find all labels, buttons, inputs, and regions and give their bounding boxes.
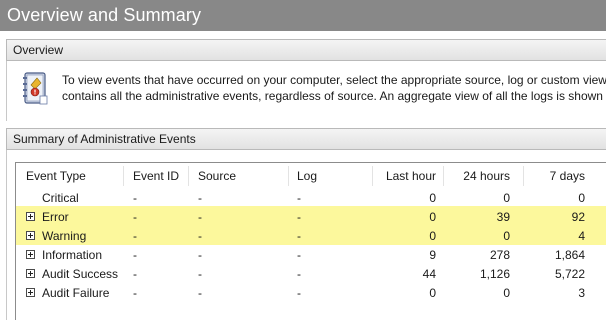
- log-cell: -: [297, 191, 301, 205]
- event-id-cell: -: [133, 191, 137, 205]
- source-cell: -: [198, 248, 202, 262]
- column-separator[interactable]: [443, 166, 444, 186]
- table-row[interactable]: Error - - - 0 39 92: [16, 208, 606, 227]
- column-header-last-hour[interactable]: Last hour: [374, 163, 436, 189]
- column-header-7-days[interactable]: 7 days: [526, 163, 585, 189]
- 24-hours-cell: 0: [503, 229, 510, 243]
- last-hour-cell: 9: [429, 248, 436, 262]
- event-id-cell: -: [133, 210, 137, 224]
- table-row[interactable]: Audit Success - - -44 1,126 5,722: [16, 265, 606, 284]
- overview-line-1: To view events that have occurred on you…: [62, 73, 606, 87]
- event-id-cell: -: [133, 248, 137, 262]
- event-id-cell: -: [133, 267, 137, 281]
- 24-hours-cell: 278: [489, 248, 510, 262]
- 7-days-cell: 5,722: [554, 267, 585, 281]
- 24-hours-cell: 1,126: [479, 267, 510, 281]
- event-type-cell: Audit Success: [42, 267, 119, 281]
- event-log-book-icon: [21, 71, 51, 107]
- table-row[interactable]: Audit Failure - - - 0 0 3: [16, 284, 606, 303]
- expand-plus-icon[interactable]: [26, 250, 35, 259]
- expand-plus-icon[interactable]: [26, 269, 35, 278]
- event-type-cell: Critical: [42, 191, 79, 205]
- 7-days-cell: 1,864: [554, 248, 585, 262]
- last-hour-cell: 44: [422, 267, 436, 281]
- table-row[interactable]: Information - - - 9 278 1,864: [16, 246, 606, 265]
- source-cell: -: [198, 267, 202, 281]
- column-header-event-type[interactable]: Event Type: [26, 163, 86, 189]
- page-title: Overview and Summary: [0, 0, 606, 31]
- log-cell: -: [297, 267, 301, 281]
- column-separator[interactable]: [123, 166, 124, 186]
- overview-description: To view events that have occurred on you…: [62, 72, 606, 104]
- last-hour-cell: 0: [429, 210, 436, 224]
- 7-days-cell: 3: [578, 286, 585, 300]
- expand-plus-icon[interactable]: [26, 231, 35, 240]
- table-row[interactable]: Critical - - - 0 0 0: [16, 189, 606, 208]
- overview-line-2: contains all the administrative events, …: [62, 89, 606, 103]
- last-hour-cell: 0: [429, 229, 436, 243]
- overview-section-body: To view events that have occurred on you…: [6, 61, 606, 121]
- source-cell: -: [198, 191, 202, 205]
- column-separator[interactable]: [288, 166, 289, 186]
- 7-days-cell: 92: [571, 210, 585, 224]
- last-hour-cell: 0: [429, 286, 436, 300]
- event-id-cell: -: [133, 229, 137, 243]
- column-separator[interactable]: [188, 166, 189, 186]
- event-type-cell: Error: [42, 210, 69, 224]
- 24-hours-cell: 39: [496, 210, 510, 224]
- source-cell: -: [198, 229, 202, 243]
- summary-grid-header: Event Type Event ID Source Log Last hour…: [16, 163, 606, 189]
- 24-hours-cell: 0: [503, 286, 510, 300]
- overview-section-header[interactable]: Overview: [6, 39, 606, 61]
- column-separator[interactable]: [372, 166, 373, 186]
- column-header-log[interactable]: Log: [297, 163, 317, 189]
- log-cell: -: [297, 286, 301, 300]
- summary-section-header[interactable]: Summary of Administrative Events: [6, 128, 606, 150]
- 7-days-cell: 4: [578, 229, 585, 243]
- source-cell: -: [198, 210, 202, 224]
- event-type-cell: Audit Failure: [42, 286, 110, 300]
- last-hour-cell: 0: [429, 191, 436, 205]
- column-header-source[interactable]: Source: [198, 163, 236, 189]
- column-header-event-id[interactable]: Event ID: [133, 163, 179, 189]
- log-cell: -: [297, 229, 301, 243]
- 7-days-cell: 0: [578, 191, 585, 205]
- event-type-cell: Information: [42, 248, 103, 262]
- event-type-cell: Warning: [42, 229, 87, 243]
- source-cell: -: [198, 286, 202, 300]
- log-cell: -: [297, 248, 301, 262]
- expand-plus-icon[interactable]: [26, 288, 35, 297]
- 24-hours-cell: 0: [503, 191, 510, 205]
- column-header-24-hours[interactable]: 24 hours: [446, 163, 510, 189]
- log-cell: -: [297, 210, 301, 224]
- event-id-cell: -: [133, 286, 137, 300]
- column-separator[interactable]: [523, 166, 524, 186]
- table-row[interactable]: Warning - - - 0 0 4: [16, 227, 606, 246]
- expand-plus-icon[interactable]: [26, 212, 35, 221]
